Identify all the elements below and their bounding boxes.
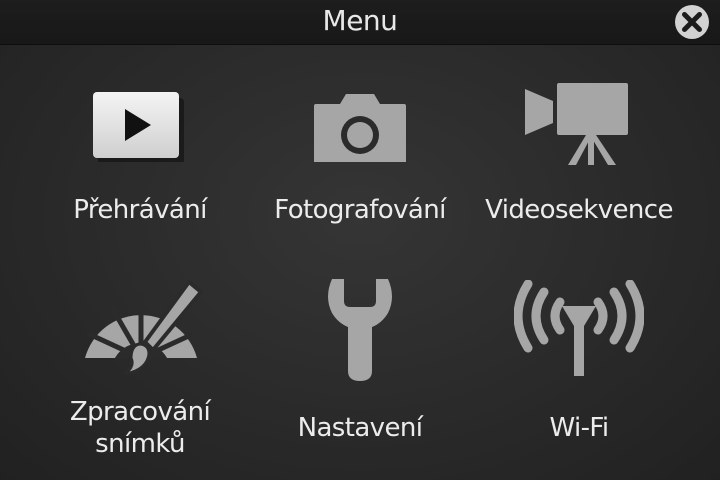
menu-item-retouch[interactable]: Zpracování snímků [40,280,240,480]
wifi-antenna-icon [479,280,679,380]
menu-item-movie[interactable]: Videosekvence [479,72,679,272]
menu-item-label: Videosekvence [485,195,673,225]
menu-item-label: Fotografování [274,195,446,225]
menu-item-playback[interactable]: Přehrávání [40,72,240,272]
menu-item-label: Wi-Fi [549,413,609,443]
retouch-icon [40,280,240,380]
close-icon [675,5,709,39]
camera-icon [260,72,460,172]
menu-item-setup[interactable]: Nastavení [260,279,460,480]
movie-camera-icon [479,72,679,172]
page-title: Menu [322,4,398,37]
title-bar: Menu [0,0,720,45]
menu-screen: Menu Přehrávání Fotografování Videosekve… [0,0,720,480]
close-button[interactable] [674,4,710,40]
menu-item-label: Nastavení [297,413,423,443]
playback-icon [40,72,240,172]
menu-item-label: Přehrávání [73,195,207,225]
wrench-icon [260,279,460,381]
menu-item-label: Zpracování snímků [69,397,211,459]
menu-item-shooting[interactable]: Fotografování [260,72,460,272]
menu-item-wifi[interactable]: Wi-Fi [479,280,679,480]
